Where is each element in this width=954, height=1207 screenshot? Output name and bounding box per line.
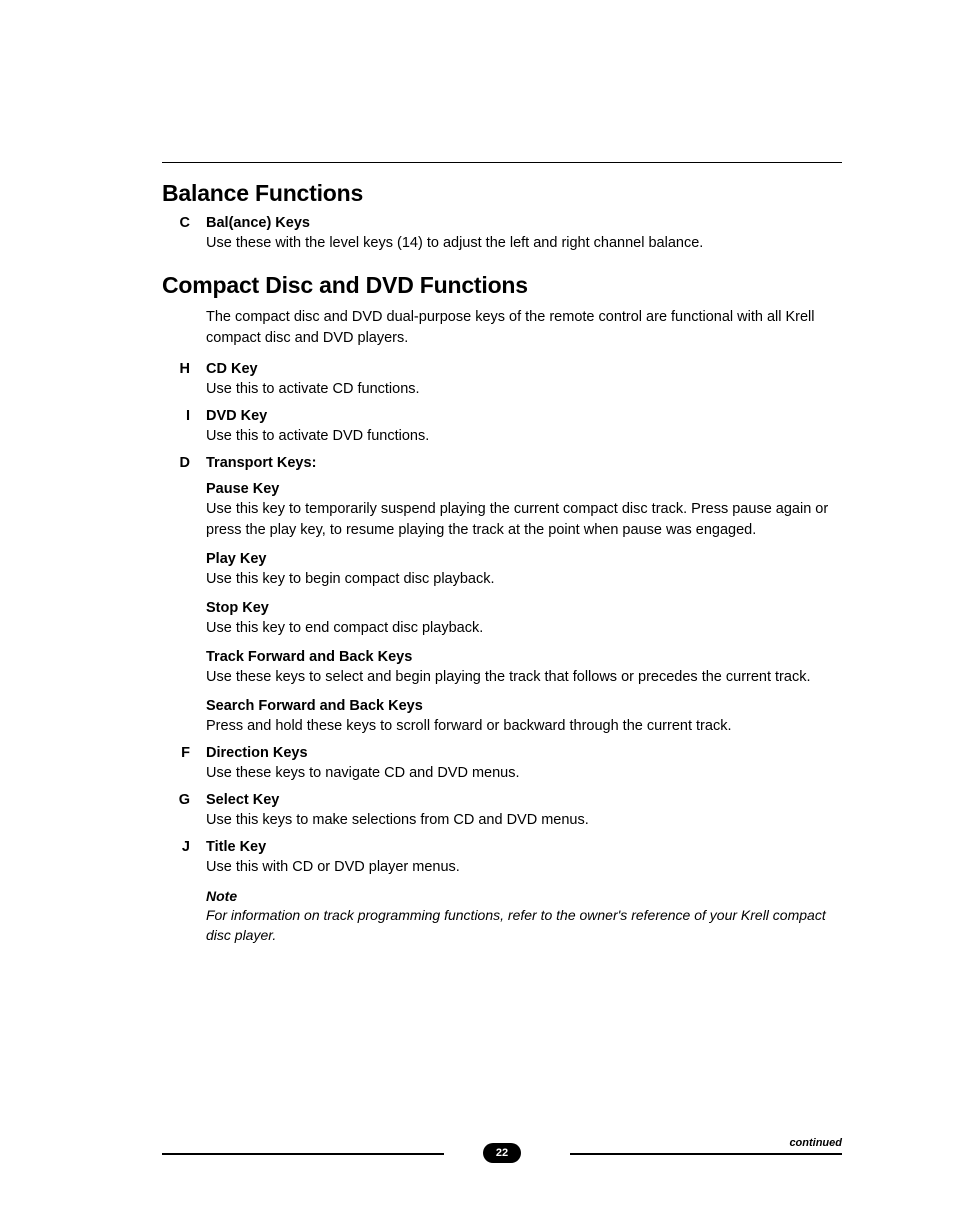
item-label: F Direction Keys bbox=[162, 745, 842, 761]
item-name: CD Key bbox=[206, 361, 842, 377]
continued-label: continued bbox=[789, 1137, 842, 1149]
item-name: Select Key bbox=[206, 792, 842, 808]
cd-dvd-intro: The compact disc and DVD dual-purpose ke… bbox=[206, 307, 842, 349]
item-name: Bal(ance) Keys bbox=[206, 215, 842, 231]
item-label: G Select Key bbox=[162, 792, 842, 808]
item-title-key: J Title Key Use this with CD or DVD play… bbox=[162, 839, 842, 878]
sub-search-keys-head: Search Forward and Back Keys bbox=[206, 698, 842, 714]
content-area: Balance Functions C Bal(ance) Keys Use t… bbox=[162, 180, 842, 945]
item-letter: G bbox=[162, 792, 190, 808]
item-name: Direction Keys bbox=[206, 745, 842, 761]
sub-pause-key-desc: Use this key to temporarily suspend play… bbox=[206, 499, 842, 541]
footer-right-rule bbox=[570, 1153, 842, 1155]
item-transport-keys: D Transport Keys: Pause Key Use this key… bbox=[162, 455, 842, 737]
item-cd-key: H CD Key Use this to activate CD functio… bbox=[162, 361, 842, 400]
item-label: H CD Key bbox=[162, 361, 842, 377]
footer: 22 continued bbox=[162, 1143, 842, 1167]
item-label: J Title Key bbox=[162, 839, 842, 855]
item-desc: Use this with CD or DVD player menus. bbox=[206, 857, 842, 878]
sub-track-keys-desc: Use these keys to select and begin playi… bbox=[206, 667, 842, 688]
sub-play-key-head: Play Key bbox=[206, 551, 842, 567]
item-select-key: G Select Key Use this keys to make selec… bbox=[162, 792, 842, 831]
top-rule bbox=[162, 162, 842, 163]
sub-play-key-desc: Use this key to begin compact disc playb… bbox=[206, 569, 842, 590]
item-letter: J bbox=[162, 839, 190, 855]
item-desc: Use these with the level keys (14) to ad… bbox=[206, 233, 842, 254]
item-balance-keys: C Bal(ance) Keys Use these with the leve… bbox=[162, 215, 842, 254]
item-letter: C bbox=[162, 215, 190, 231]
item-letter: I bbox=[162, 408, 190, 424]
note-body: For information on track programming fun… bbox=[206, 906, 842, 945]
item-label: C Bal(ance) Keys bbox=[162, 215, 842, 231]
item-desc: Use this to activate DVD functions. bbox=[206, 426, 842, 447]
item-desc: Use this to activate CD functions. bbox=[206, 379, 842, 400]
item-letter: H bbox=[162, 361, 190, 377]
item-desc: Use these keys to navigate CD and DVD me… bbox=[206, 763, 842, 784]
footer-left-rule bbox=[162, 1153, 444, 1155]
page-number: 22 bbox=[496, 1147, 508, 1159]
page: Balance Functions C Bal(ance) Keys Use t… bbox=[0, 0, 954, 1207]
sub-pause-key-head: Pause Key bbox=[206, 481, 842, 497]
cd-dvd-functions-heading: Compact Disc and DVD Functions bbox=[162, 272, 842, 299]
sub-stop-key-head: Stop Key bbox=[206, 600, 842, 616]
item-direction-keys: F Direction Keys Use these keys to navig… bbox=[162, 745, 842, 784]
page-number-badge: 22 bbox=[483, 1143, 521, 1163]
item-dvd-key: I DVD Key Use this to activate DVD funct… bbox=[162, 408, 842, 447]
item-name: Title Key bbox=[206, 839, 842, 855]
item-name: DVD Key bbox=[206, 408, 842, 424]
sub-stop-key-desc: Use this key to end compact disc playbac… bbox=[206, 618, 842, 639]
sub-track-keys-head: Track Forward and Back Keys bbox=[206, 649, 842, 665]
item-desc: Use this keys to make selections from CD… bbox=[206, 810, 842, 831]
item-letter: F bbox=[162, 745, 190, 761]
item-label: D Transport Keys: bbox=[162, 455, 842, 471]
item-letter: D bbox=[162, 455, 190, 471]
sub-search-keys-desc: Press and hold these keys to scroll forw… bbox=[206, 716, 842, 737]
balance-functions-heading: Balance Functions bbox=[162, 180, 842, 207]
item-name: Transport Keys: bbox=[206, 455, 842, 471]
item-label: I DVD Key bbox=[162, 408, 842, 424]
note-head: Note bbox=[206, 888, 842, 904]
